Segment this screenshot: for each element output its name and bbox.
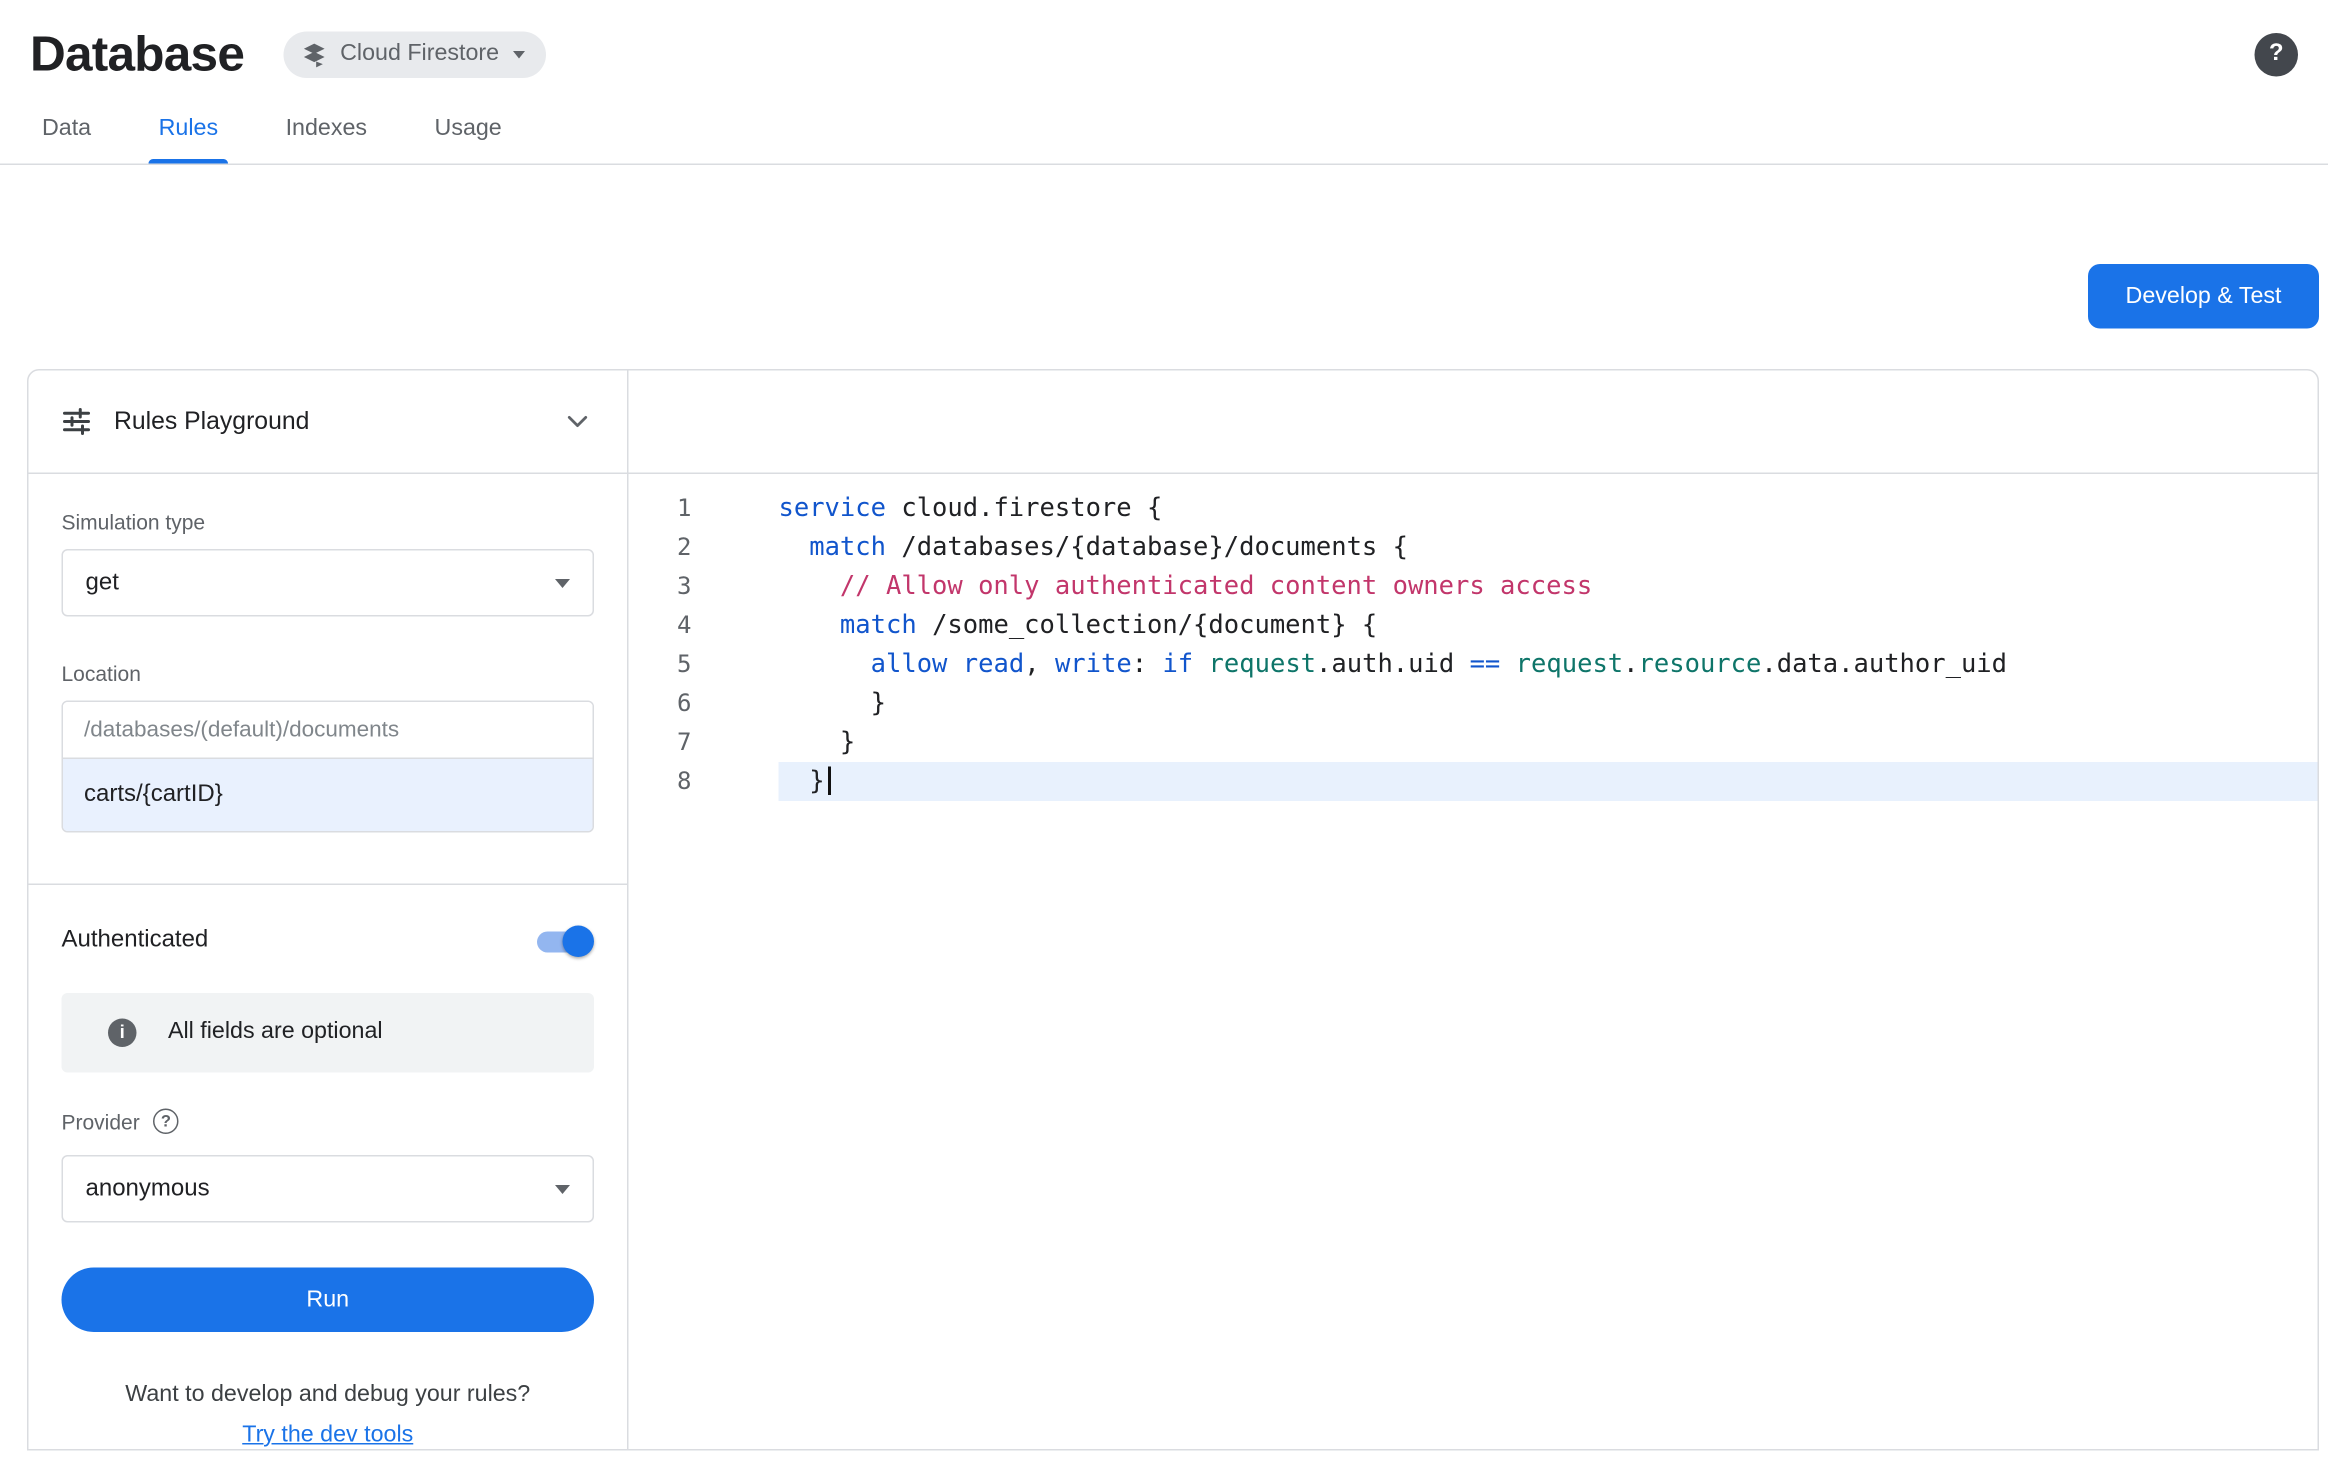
code-line-8[interactable]: 8 } — [629, 762, 2318, 801]
line-number: 5 — [629, 645, 779, 684]
line-number: 8 — [629, 762, 779, 801]
simulation-type-label: Simulation type — [62, 510, 595, 534]
line-number: 7 — [629, 723, 779, 762]
provider-row: Provider ? — [62, 1109, 595, 1135]
line-number: 6 — [629, 684, 779, 723]
info-icon: i — [108, 1018, 137, 1047]
database-selector-label: Cloud Firestore — [340, 41, 499, 68]
code-line-2[interactable]: 2 match /databases/{database}/documents … — [629, 528, 2318, 567]
run-button[interactable]: Run — [62, 1268, 595, 1333]
code-line-3[interactable]: 3 // Allow only authenticated content ow… — [629, 567, 2318, 606]
simulation-type-select[interactable]: get — [62, 549, 595, 617]
page-title: Database — [30, 26, 244, 83]
rules-code-editor: 1service cloud.firestore {2 match /datab… — [629, 371, 2318, 1450]
line-number: 2 — [629, 528, 779, 567]
chevron-down-icon — [561, 405, 594, 438]
tab-bar: Data Rules Indexes Usage — [0, 93, 2328, 165]
rules-playground-panel: Rules Playground Simulation type get Loc… — [29, 371, 629, 1450]
editor-header — [629, 371, 2318, 475]
playground-title: Rules Playground — [114, 407, 309, 436]
actions-row: Develop & Test — [0, 264, 2319, 329]
firestore-icon — [301, 41, 327, 67]
authenticated-row: Authenticated — [62, 925, 595, 957]
authenticated-label: Authenticated — [62, 928, 209, 955]
dev-tools-question: Want to develop and debug your rules? — [62, 1382, 595, 1409]
code-line-6[interactable]: 6 } — [629, 684, 2318, 723]
collapse-panel-button[interactable] — [561, 405, 594, 438]
code-line-4[interactable]: 4 match /some_collection/{document} { — [629, 606, 2318, 645]
line-number: 1 — [629, 489, 779, 528]
code-line-5[interactable]: 5 allow read, write: if request.auth.uid… — [629, 645, 2318, 684]
header: Database Cloud Firestore ? — [0, 0, 2328, 93]
authenticated-toggle[interactable] — [534, 925, 594, 957]
code-line-7[interactable]: 7 } — [629, 723, 2318, 762]
dev-tools-link[interactable]: Try the dev tools — [62, 1422, 595, 1449]
dropdown-arrow-icon — [555, 578, 570, 587]
location-input-group: /databases/(default)/documents carts/{ca… — [62, 701, 595, 833]
tab-rules[interactable]: Rules — [148, 93, 228, 164]
simulation-section: Simulation type get Location /databases/… — [29, 474, 628, 833]
line-number: 4 — [629, 606, 779, 645]
rules-card: Rules Playground Simulation type get Loc… — [27, 369, 2319, 1451]
code-line-1[interactable]: 1service cloud.firestore { — [629, 489, 2318, 528]
playground-header: Rules Playground — [29, 371, 628, 475]
line-number: 3 — [629, 567, 779, 606]
info-banner-text: All fields are optional — [168, 1019, 383, 1046]
tab-usage[interactable]: Usage — [424, 93, 512, 164]
text-cursor — [828, 767, 831, 796]
tune-icon — [62, 407, 92, 437]
firebase-database-page: Database Cloud Firestore ? Data Rules In… — [0, 0, 2328, 1473]
toggle-knob — [563, 925, 595, 957]
dropdown-arrow-icon — [555, 1184, 570, 1193]
develop-test-button[interactable]: Develop & Test — [2088, 264, 2319, 329]
database-selector-chip[interactable]: Cloud Firestore — [283, 31, 545, 78]
simulation-type-value: get — [86, 569, 119, 596]
chevron-down-icon — [513, 50, 525, 58]
code-lines[interactable]: 1service cloud.firestore {2 match /datab… — [629, 474, 2318, 1449]
tab-data[interactable]: Data — [32, 93, 102, 164]
location-path-prefix: /databases/(default)/documents — [63, 702, 593, 759]
provider-section: anonymous Run Want to develop and debug … — [29, 1134, 628, 1449]
section-divider — [29, 884, 628, 885]
tab-indexes[interactable]: Indexes — [275, 93, 377, 164]
info-banner: i All fields are optional — [62, 993, 595, 1073]
help-button[interactable]: ? — [2255, 32, 2299, 76]
provider-help-icon[interactable]: ? — [153, 1109, 179, 1135]
location-input[interactable]: carts/{cartID} — [63, 759, 593, 831]
provider-select[interactable]: anonymous — [62, 1155, 595, 1223]
provider-value: anonymous — [86, 1175, 210, 1202]
location-label: Location — [62, 662, 595, 686]
question-mark-icon: ? — [2269, 41, 2284, 68]
provider-label: Provider — [62, 1109, 140, 1133]
